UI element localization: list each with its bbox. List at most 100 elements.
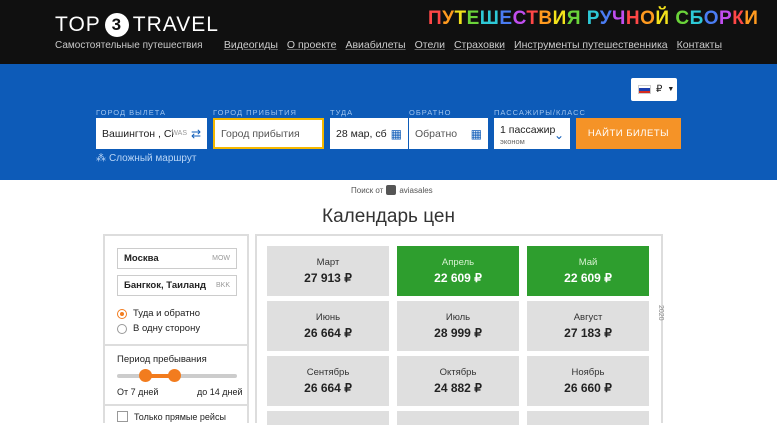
slider-handle-min[interactable] [139,369,152,382]
to-label: ГОРОД ПРИБЫТИЯ [213,108,297,117]
slogan-letter: Ч [612,8,626,29]
radio-round-trip[interactable]: Туда и обратно [117,308,200,319]
month-card[interactable]: Октябрь 24 882 ₽ [397,356,519,406]
month-card[interactable]: Апрель 22 609 ₽ [397,246,519,296]
month-price: 26 660 ₽ [564,381,612,395]
month-card[interactable]: Май 22 609 ₽ [527,246,649,296]
calendar-origin-value: Москва [124,253,159,264]
slogan-letter: И [552,8,567,29]
depart-label: ТУДА [330,108,354,117]
complex-route-link[interactable]: ⁂ Сложный маршрут [96,153,196,164]
month-card[interactable]: Март 27 913 ₽ [267,246,389,296]
route-icon: ⁂ [96,153,106,164]
checkbox-icon [117,411,128,422]
radio-one-way[interactable]: В одну сторону [117,323,200,334]
slogan-letter: У [599,8,613,29]
site-header: TOP 3 TRAVEL Самостоятельные путешествия… [0,0,777,64]
slogan-letter: Й [655,8,670,29]
month-name: Март [316,257,340,268]
month-card[interactable]: Сентябрь 26 664 ₽ [267,356,389,406]
month-price: 22 609 ₽ [434,271,482,285]
header-slogan: ПУТЕШЕСТВИЯ РУЧНОЙ СБОРКИ [428,8,758,30]
month-price: 27 183 ₽ [564,326,612,340]
depart-date-field[interactable]: 28 мар, сб ▦ [330,118,408,149]
return-date-placeholder: Обратно [415,127,458,140]
currency-label: ₽ [656,84,663,95]
month-name: Июль [445,312,471,323]
logo-text-right: TRAVEL [132,13,219,36]
nav-insurance[interactable]: Страховки [454,39,505,51]
calendar-destination-value: Бангкок, Таиланд [124,280,207,291]
slogan-letter: Е [499,8,513,29]
calendar-origin-input[interactable]: Москва MOW [117,248,237,269]
nav-tools[interactable]: Инструменты путешественника [514,39,668,51]
month-price: 26 664 ₽ [304,326,352,340]
slogan-letter: Р [719,8,733,29]
month-name: Июнь [315,312,341,323]
stay-range-slider[interactable] [117,369,237,382]
month-card[interactable]: Август 27 183 ₽ [527,301,649,351]
month-card[interactable]: Ноябрь 26 660 ₽ [527,356,649,406]
destination-field[interactable]: Город прибытия [213,118,324,149]
return-date-field[interactable]: Обратно ▦ [409,118,488,149]
slogan-letter: К [732,8,745,29]
passengers-label: ПАССАЖИРЫ/КЛАСС [494,108,586,117]
direct-only-label: Только прямые рейсы [134,411,226,422]
month-name: Май [578,257,598,268]
slogan-letter: Т [526,8,539,29]
month-name: Ноябрь [571,367,605,378]
page-title: Календарь цен [322,206,455,227]
nav-videoguides[interactable]: Видеогиды [224,39,278,51]
slogan-letter: Р [586,8,600,29]
year-label: 2020 [657,305,664,321]
depart-date-value: 28 мар, сб [336,127,387,140]
nav-flights[interactable]: Авиабилеты [345,39,405,51]
direct-only-checkbox[interactable]: Только прямые рейсы [117,411,226,422]
slider-handle-max[interactable] [168,369,181,382]
chevron-down-icon: ⌄ [553,128,564,142]
calendar-origin-code: MOW [212,255,230,262]
slogan-letter: У [442,8,455,29]
calendar-destination-input[interactable]: Бангкок, Таиланд BKK [117,275,237,296]
language-currency-selector[interactable]: ₽ ▼ [631,78,677,101]
powered-by: Поиск от aviasales [351,185,433,195]
powered-by-brand: aviasales [399,185,433,195]
calendar-icon: ▦ [470,126,482,141]
swap-icon[interactable]: ⇄ [191,127,201,141]
radio-checked-icon [117,308,127,319]
origin-field[interactable]: Вашингтон , Сі WAS ⇄ [96,118,207,149]
origin-value: Вашингтон , Сі [102,127,174,140]
month-name: Август [573,312,603,323]
slogan-letter: П [428,8,443,29]
passengers-value: 1 пассажир [500,123,556,136]
slogan-letter: С [675,8,690,29]
main-nav: Видеогиды О проекте Авиабилеты Отели Стр… [224,39,722,51]
month-card[interactable]: Июль 28 999 ₽ [397,301,519,351]
slogan-letter: В [538,8,553,29]
calendar-filters: Москва MOW Бангкок, Таиланд BKK Туда и о… [103,234,249,423]
month-card[interactable]: Июнь 26 664 ₽ [267,301,389,351]
nav-about[interactable]: О проекте [287,39,337,51]
month-name: Октябрь [439,367,477,378]
from-label: ГОРОД ВЫЛЕТА [96,108,167,117]
radio-round-trip-label: Туда и обратно [133,308,201,319]
nav-contacts[interactable]: Контакты [677,39,722,51]
year-divider [661,234,663,423]
divider [105,404,247,406]
stay-max-label: до 14 дней [197,387,243,397]
month-price: 27 913 ₽ [304,271,352,285]
complex-route-label: Сложный маршрут [109,153,197,164]
slogan-letter: Н [625,8,641,29]
divider [105,344,247,346]
nav-hotels[interactable]: Отели [415,39,445,51]
passengers-field[interactable]: 1 пассажир эконом ⌄ [494,118,570,149]
powered-by-label: Поиск от [351,185,384,195]
chevron-down-icon: ▼ [667,86,675,93]
calendar-destination-code: BKK [215,282,230,289]
find-tickets-button[interactable]: НАЙТИ БИЛЕТЫ [576,118,681,149]
month-price: 24 882 ₽ [434,381,482,395]
stay-min-label: От 7 дней [117,387,159,397]
site-logo[interactable]: TOP 3 TRAVEL [55,13,219,37]
russia-flag-icon [638,85,651,94]
slogan-letter: Е [466,8,480,29]
